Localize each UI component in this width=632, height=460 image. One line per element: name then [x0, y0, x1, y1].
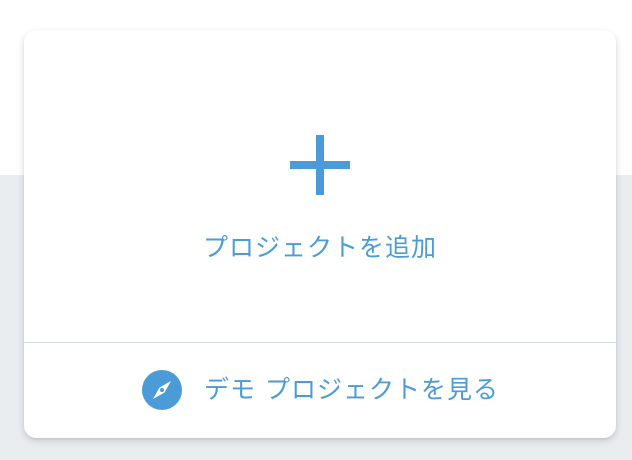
demo-project-label: デモ プロジェクトを見る [204, 375, 499, 404]
plus-icon [290, 135, 350, 195]
compass-icon [142, 370, 182, 410]
view-demo-project-button[interactable]: デモ プロジェクトを見る [24, 343, 616, 438]
demo-project-content: デモ プロジェクトを見る [142, 369, 499, 411]
add-project-button[interactable]: プロジェクトを追加 [24, 30, 616, 342]
add-project-label: プロジェクトを追加 [202, 233, 437, 262]
new-project-card: プロジェクトを追加 デモ プロジェクトを見る [24, 30, 616, 438]
